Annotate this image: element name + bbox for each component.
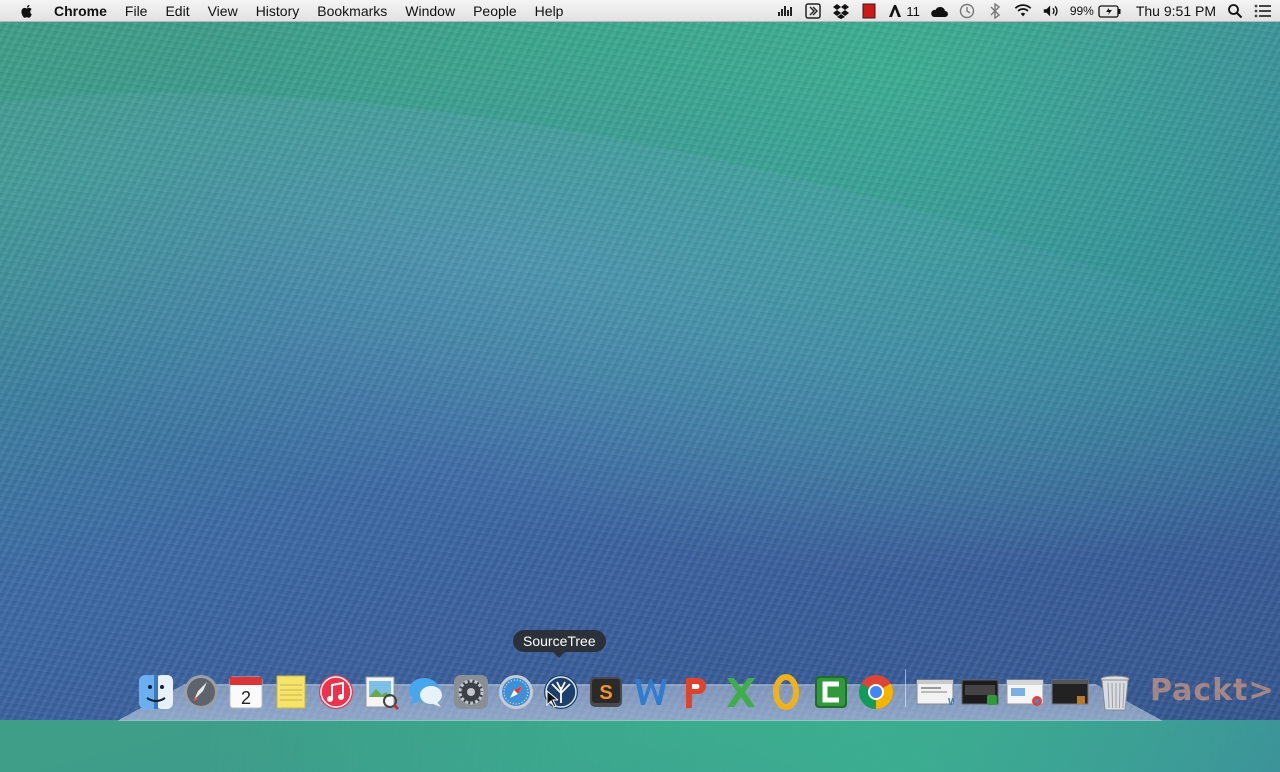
menu-view[interactable]: View bbox=[199, 0, 247, 22]
preview-icon[interactable] bbox=[361, 672, 401, 712]
menu-help[interactable]: Help bbox=[526, 0, 573, 22]
menu-history[interactable]: History bbox=[247, 0, 309, 22]
wifi-icon[interactable] bbox=[1014, 3, 1032, 19]
sublime-text-icon[interactable]: S bbox=[586, 672, 626, 712]
recording-icon[interactable] bbox=[860, 3, 878, 19]
chrome-icon[interactable] bbox=[856, 672, 896, 712]
camtasia-icon[interactable] bbox=[811, 672, 851, 712]
battery-icon bbox=[1098, 4, 1121, 18]
powerpoint-icon[interactable] bbox=[676, 672, 716, 712]
alfred-icon[interactable] bbox=[804, 3, 822, 19]
adobe-creative-cloud-icon[interactable]: 11 bbox=[888, 3, 920, 19]
desktop-wallpaper bbox=[0, 22, 1280, 720]
menubar-clock[interactable]: Thu 9:51 PM bbox=[1136, 3, 1216, 19]
packt-watermark: Packt> bbox=[1150, 673, 1275, 708]
minimized-word-badge: W bbox=[948, 697, 954, 707]
notification-center-icon[interactable] bbox=[1254, 3, 1272, 19]
minimized-window-chrome[interactable] bbox=[1005, 672, 1045, 712]
safari-icon[interactable] bbox=[496, 672, 536, 712]
menu-window[interactable]: Window bbox=[396, 0, 464, 22]
volume-icon[interactable] bbox=[1042, 3, 1060, 19]
menu-bar: Chrome File Edit View History Bookmarks … bbox=[0, 0, 1280, 22]
menu-bookmarks[interactable]: Bookmarks bbox=[308, 0, 396, 22]
dock: 2 S W bbox=[136, 664, 1140, 712]
minimized-window-camtasia[interactable] bbox=[960, 672, 1000, 712]
time-machine-icon[interactable] bbox=[958, 3, 976, 19]
trash-icon[interactable] bbox=[1095, 672, 1135, 712]
calendar-icon[interactable]: 2 bbox=[226, 672, 266, 712]
word-icon[interactable] bbox=[631, 672, 671, 712]
minimized-window-terminal[interactable] bbox=[1050, 672, 1090, 712]
status-area: 11 99% Thu 9:51 PM bbox=[776, 0, 1272, 22]
menu-app-name[interactable]: Chrome bbox=[54, 0, 116, 22]
outlook-icon[interactable] bbox=[766, 672, 806, 712]
dock-tooltip: SourceTree bbox=[513, 630, 606, 658]
menu-people[interactable]: People bbox=[464, 0, 526, 22]
stickies-icon[interactable] bbox=[271, 672, 311, 712]
mouse-cursor-icon bbox=[546, 690, 558, 708]
battery-status[interactable]: 99% bbox=[1070, 3, 1122, 19]
itunes-icon[interactable] bbox=[316, 672, 356, 712]
screen-recorder-icon[interactable] bbox=[776, 3, 794, 19]
system-preferences-icon[interactable] bbox=[451, 672, 491, 712]
dock-separator bbox=[905, 669, 906, 707]
excel-icon[interactable] bbox=[721, 672, 761, 712]
sublime-letter: S bbox=[599, 682, 612, 704]
finder-icon[interactable] bbox=[136, 672, 176, 712]
minimized-window-word[interactable]: W bbox=[915, 672, 955, 712]
spotlight-search-icon[interactable] bbox=[1226, 3, 1244, 19]
messages-icon[interactable] bbox=[406, 672, 446, 712]
adobe-update-count: 11 bbox=[906, 3, 920, 19]
calendar-date: 2 bbox=[241, 688, 251, 708]
battery-percent: 99% bbox=[1069, 4, 1094, 18]
notification-cloud-icon[interactable] bbox=[930, 3, 948, 19]
bluetooth-icon[interactable] bbox=[986, 3, 1004, 19]
menu-file[interactable]: File bbox=[116, 0, 157, 22]
apple-menu-icon[interactable] bbox=[18, 2, 36, 20]
desktop-wallpaper-highlight bbox=[0, 0, 1280, 772]
launchpad-icon[interactable] bbox=[181, 672, 221, 712]
menu-edit[interactable]: Edit bbox=[156, 0, 198, 22]
dropbox-icon[interactable] bbox=[832, 3, 850, 19]
